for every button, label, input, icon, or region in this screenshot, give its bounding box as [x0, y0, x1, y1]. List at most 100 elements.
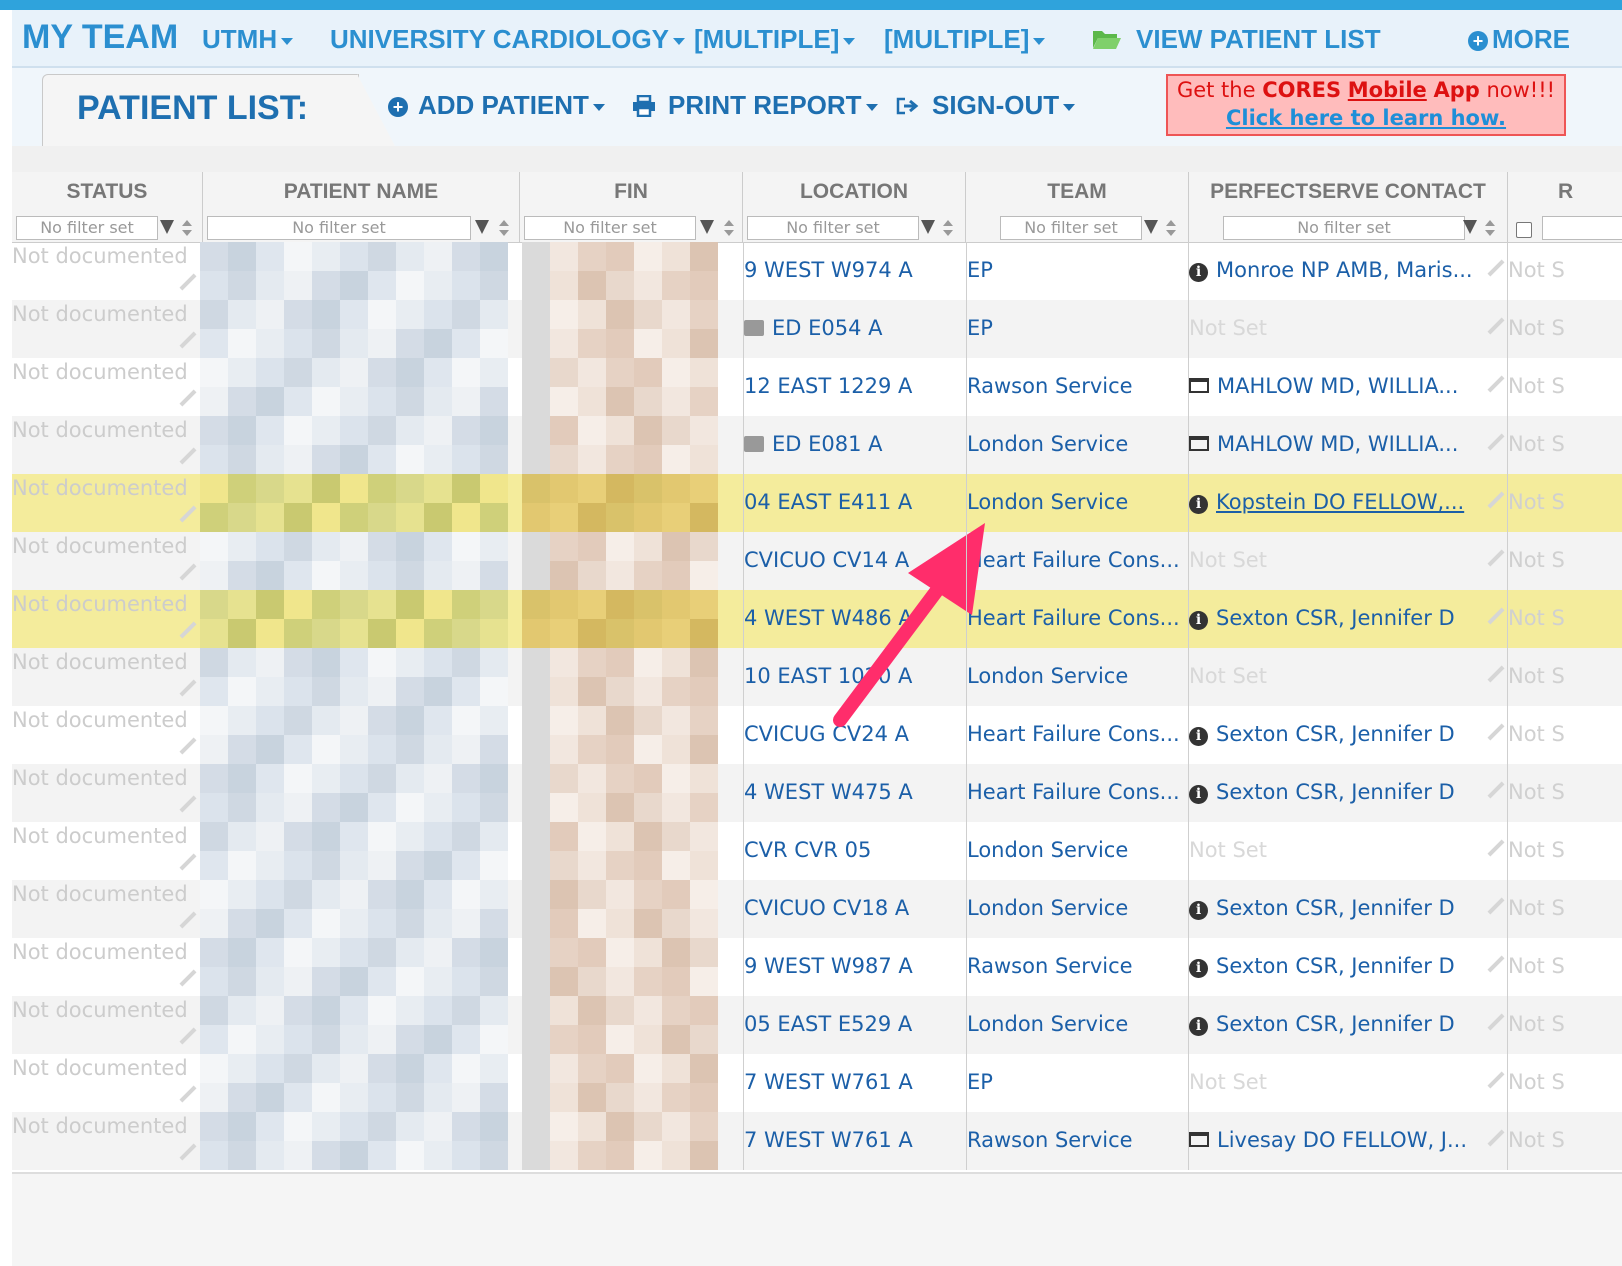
sort-icon[interactable]: [1166, 220, 1176, 236]
perfectserve-contact-cell[interactable]: i Sexton CSR, Jennifer D: [1189, 1012, 1489, 1036]
table-row[interactable]: Not documented 4 WEST W486 A Heart Failure…: [12, 590, 1622, 648]
perfectserve-contact-cell[interactable]: Not Set: [1189, 316, 1489, 340]
edit-pencil-icon[interactable]: [1487, 723, 1505, 741]
edit-pencil-icon[interactable]: [179, 621, 197, 639]
sort-icon[interactable]: [943, 220, 953, 236]
column-header-perfectserve-contact[interactable]: PERFECTSERVE CONTACT No filter set: [1189, 172, 1508, 243]
sort-icon[interactable]: [1485, 220, 1495, 236]
edit-pencil-icon[interactable]: [1487, 491, 1505, 509]
edit-pencil-icon[interactable]: [179, 853, 197, 871]
team-filter-input[interactable]: No filter set: [1000, 216, 1142, 240]
perfectserve-contact-cell[interactable]: i Sexton CSR, Jennifer D: [1189, 896, 1489, 920]
info-icon[interactable]: i: [1189, 727, 1208, 746]
filter-icon[interactable]: [1463, 220, 1477, 234]
perfectserve-contact-cell[interactable]: Not Set: [1189, 1070, 1489, 1094]
fin-filter-input[interactable]: No filter set: [524, 216, 696, 240]
filter-icon[interactable]: [160, 220, 174, 234]
sort-icon[interactable]: [724, 220, 734, 236]
column-header-patient-name[interactable]: PATIENT NAME No filter set: [203, 172, 520, 243]
edit-pencil-icon[interactable]: [1487, 317, 1505, 335]
table-row[interactable]: Not documented ED E054 A EP Not Set Not S: [12, 300, 1622, 358]
column-header-status[interactable]: STATUS No filter set: [12, 172, 203, 243]
edit-pencil-icon[interactable]: [1487, 1071, 1505, 1089]
multiple-dropdown-1[interactable]: [MULTIPLE]: [694, 24, 856, 55]
edit-pencil-icon[interactable]: [179, 737, 197, 755]
add-patient-button[interactable]: + ADD PATIENT: [388, 90, 605, 121]
view-patient-list-link[interactable]: VIEW PATIENT LIST: [1092, 24, 1381, 55]
perfectserve-contact-cell[interactable]: i Sexton CSR, Jennifer D: [1189, 954, 1489, 978]
info-icon[interactable]: i: [1189, 959, 1208, 978]
table-row[interactable]: Not documented 7 WEST W761 A Rawson Servic…: [12, 1112, 1622, 1170]
table-row[interactable]: Not documented CVICUO CV18 A London Servic…: [12, 880, 1622, 938]
info-icon[interactable]: i: [1189, 611, 1208, 630]
patient-name-cell[interactable]: [200, 706, 516, 764]
perfectserve-contact-cell[interactable]: Livesay DO FELLOW, J...: [1189, 1128, 1489, 1152]
edit-pencil-icon[interactable]: [1487, 607, 1505, 625]
promo-learn-link[interactable]: Click here to learn how.: [1168, 104, 1564, 132]
table-row[interactable]: Not documented 9 WEST W974 A EP i Monroe NP …: [12, 242, 1622, 300]
perfectserve-contact-cell[interactable]: MAHLOW MD, WILLIA...: [1189, 374, 1489, 398]
edit-pencil-icon[interactable]: [1487, 839, 1505, 857]
table-row[interactable]: Not documented 10 EAST 1020 A London Servi…: [12, 648, 1622, 706]
info-icon[interactable]: i: [1189, 263, 1208, 282]
patient-name-cell[interactable]: [200, 764, 516, 822]
edit-pencil-icon[interactable]: [179, 1085, 197, 1103]
patient-name-cell[interactable]: [200, 358, 516, 416]
contact-filter-input[interactable]: No filter set: [1223, 216, 1465, 240]
edit-pencil-icon[interactable]: [1487, 781, 1505, 799]
sort-icon[interactable]: [182, 220, 192, 236]
info-icon[interactable]: i: [1189, 495, 1208, 514]
patient-name-cell[interactable]: [200, 648, 516, 706]
contact-name[interactable]: Sexton CSR, Jennifer D: [1216, 1012, 1455, 1036]
edit-pencil-icon[interactable]: [179, 447, 197, 465]
patient-name-cell[interactable]: [200, 938, 516, 996]
tab-patient-list[interactable]: PATIENT LIST:: [42, 74, 359, 147]
edit-pencil-icon[interactable]: [1487, 433, 1505, 451]
contact-name[interactable]: Kopstein DO FELLOW,...: [1216, 490, 1464, 514]
contact-name[interactable]: Sexton CSR, Jennifer D: [1216, 606, 1455, 630]
status-filter-input[interactable]: No filter set: [16, 216, 158, 240]
filter-icon[interactable]: [475, 220, 489, 234]
perfectserve-contact-cell[interactable]: i Sexton CSR, Jennifer D: [1189, 780, 1489, 804]
more-menu[interactable]: + MORE: [1468, 24, 1570, 55]
perfectserve-contact-cell[interactable]: i Monroe NP AMB, Maris...: [1189, 258, 1489, 282]
patient-name-cell[interactable]: [200, 474, 516, 532]
patient-name-cell[interactable]: [200, 590, 516, 648]
filter-icon[interactable]: [921, 220, 935, 234]
edit-pencil-icon[interactable]: [1487, 549, 1505, 567]
edit-pencil-icon[interactable]: [1487, 259, 1505, 277]
table-row[interactable]: Not documented 04 EAST E411 A London Servi…: [12, 474, 1622, 532]
location-filter-input[interactable]: No filter set: [747, 216, 919, 240]
column-header-fin[interactable]: FIN No filter set: [520, 172, 743, 243]
table-row[interactable]: Not documented 9 WEST W987 A Rawson Servic…: [12, 938, 1622, 996]
info-icon[interactable]: i: [1189, 1017, 1208, 1036]
contact-name[interactable]: Sexton CSR, Jennifer D: [1216, 722, 1455, 746]
perfectserve-contact-cell[interactable]: Not Set: [1189, 664, 1489, 688]
contact-name[interactable]: Monroe NP AMB, Maris...: [1216, 258, 1473, 282]
mobile-app-promo[interactable]: Get the CORES Mobile App now!!! Click he…: [1166, 74, 1566, 136]
edit-pencil-icon[interactable]: [179, 505, 197, 523]
print-report-button[interactable]: PRINT REPORT: [632, 90, 878, 121]
column-header-r[interactable]: R: [1508, 172, 1622, 243]
edit-pencil-icon[interactable]: [1487, 897, 1505, 915]
contact-name[interactable]: Sexton CSR, Jennifer D: [1216, 896, 1455, 920]
edit-pencil-icon[interactable]: [179, 911, 197, 929]
contact-name[interactable]: MAHLOW MD, WILLIA...: [1217, 432, 1458, 456]
edit-pencil-icon[interactable]: [179, 273, 197, 291]
column-header-team[interactable]: TEAM No filter set: [966, 172, 1214, 243]
patient-name-cell[interactable]: [200, 300, 516, 358]
table-row[interactable]: Not documented 12 EAST 1229 A Rawson Servi…: [12, 358, 1622, 416]
table-row[interactable]: Not documented 05 EAST E529 A London Servi…: [12, 996, 1622, 1054]
sign-out-button[interactable]: SIGN-OUT: [896, 90, 1076, 121]
edit-pencil-icon[interactable]: [179, 795, 197, 813]
edit-pencil-icon[interactable]: [179, 563, 197, 581]
filter-icon[interactable]: [700, 220, 714, 234]
patient-name-cell[interactable]: [200, 822, 516, 880]
filter-icon[interactable]: [1144, 220, 1158, 234]
table-row[interactable]: Not documented 7 WEST W761 A EP Not Set Not …: [12, 1054, 1622, 1112]
patient-name-cell[interactable]: [200, 242, 516, 300]
contact-name[interactable]: Livesay DO FELLOW, J...: [1217, 1128, 1467, 1152]
sort-icon[interactable]: [499, 220, 509, 236]
r-filter-input[interactable]: [1542, 216, 1622, 240]
hospital-dropdown[interactable]: UTMH: [202, 24, 294, 55]
